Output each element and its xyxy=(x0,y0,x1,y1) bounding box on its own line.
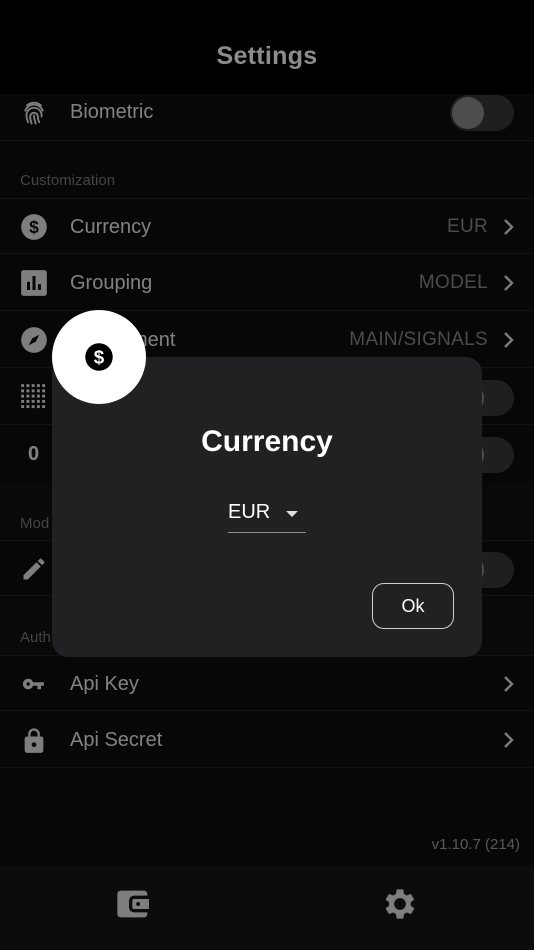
currency-select-value: EUR xyxy=(228,501,271,523)
currency-dialog: Currency EUR Ok xyxy=(52,357,482,657)
dialog-icon-badge: $ xyxy=(52,310,146,404)
ok-button[interactable]: Ok xyxy=(372,583,454,629)
dollar-circle-icon: $ xyxy=(85,343,113,371)
currency-select[interactable]: EUR xyxy=(228,497,306,533)
svg-text:$: $ xyxy=(94,346,105,367)
dialog-title: Currency xyxy=(201,425,333,458)
caret-down-icon xyxy=(286,511,298,517)
